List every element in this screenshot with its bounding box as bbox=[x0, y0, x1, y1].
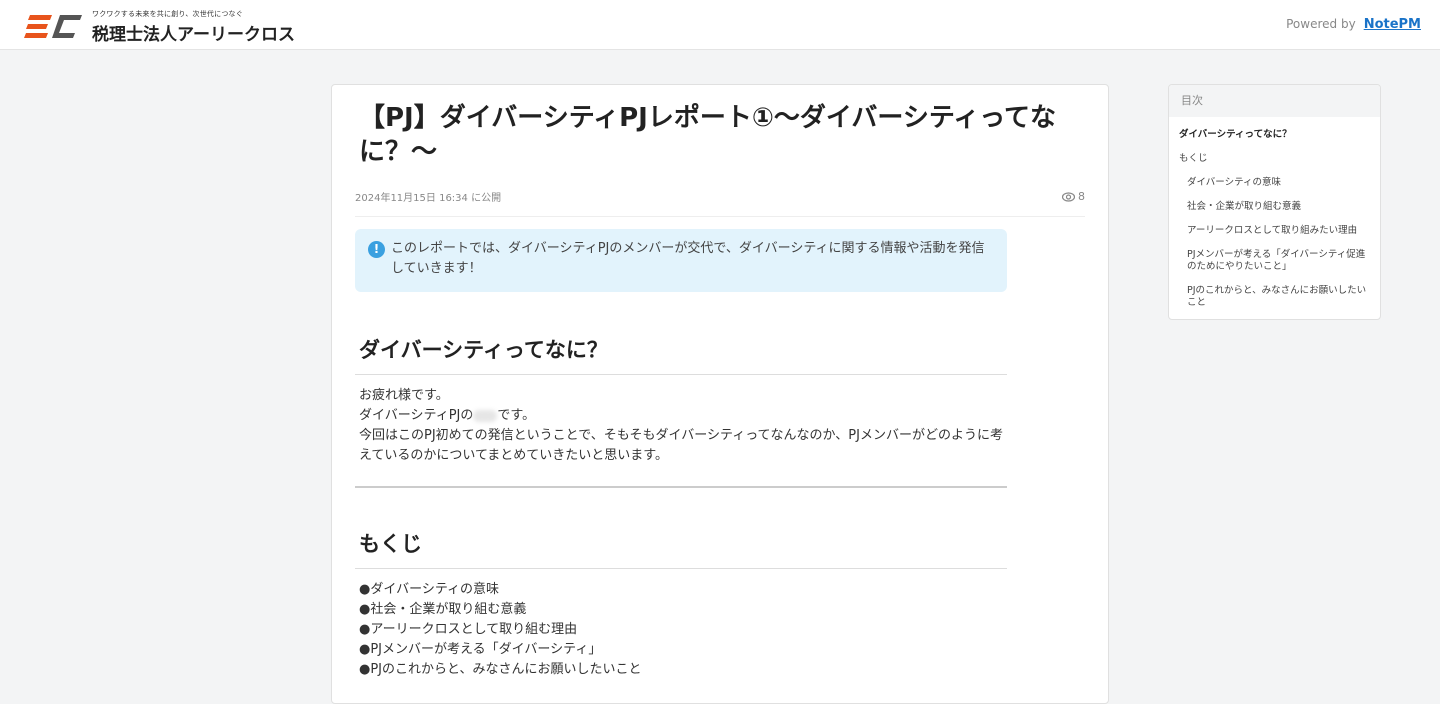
article-card: 【PJ】ダイバーシティPJレポート①～ダイバーシティってなに？～ 2024年11… bbox=[331, 84, 1109, 704]
ec-logo-icon bbox=[24, 15, 82, 38]
page-title: 【PJ】ダイバーシティPJレポート①～ダイバーシティってなに？～ bbox=[359, 103, 1056, 167]
list-item: ●ダイバーシティの意味 bbox=[359, 582, 500, 597]
tagline: ワクワクする未来を共に創り、次世代につなぐ bbox=[92, 10, 243, 18]
top-header: ワクワクする未来を共に創り、次世代につなぐ 税理士法人アーリークロス Power… bbox=[0, 0, 1440, 50]
author-line: ダイバーシティPJの です。 bbox=[359, 406, 1003, 426]
list-item: ●社会・企業が取り組む意義 bbox=[359, 602, 527, 617]
intro-text: 今回はこのPJ初めての発信ということで、そもそもダイバーシティってなんなのか、P… bbox=[359, 428, 1003, 463]
toc-item[interactable]: ダイバーシティの意味 bbox=[1169, 177, 1380, 189]
heading-what-is-diversity: ダイバーシティってなに？ bbox=[355, 334, 1007, 375]
list-item: ●PJメンバーが考える「ダイバーシティ」 bbox=[359, 642, 602, 657]
table-of-contents: 目次 ダイバーシティってなに？ もくじ ダイバーシティの意味 社会・企業が取り組… bbox=[1168, 84, 1381, 320]
company-name: 税理士法人アーリークロス bbox=[92, 25, 295, 45]
powered-by: Powered by NotePM bbox=[1286, 17, 1421, 32]
contents-list: ●ダイバーシティの意味 ●社会・企業が取り組む意義 ●アーリークロスとして取り組… bbox=[355, 580, 1085, 680]
toc-item[interactable]: もくじ bbox=[1169, 153, 1380, 165]
divider bbox=[355, 486, 1007, 488]
redacted-name bbox=[473, 409, 498, 422]
heading-contents: もくじ bbox=[355, 528, 1007, 569]
view-count: 8 bbox=[1062, 189, 1085, 204]
list-item: ●PJのこれからと、みなさんにお願いしたいこと bbox=[359, 662, 642, 677]
list-item: ●アーリークロスとして取り組む理由 bbox=[359, 622, 578, 637]
intro-paragraph: お疲れ様です。 ダイバーシティPJの です。 今回はこのPJ初めての発信ということ… bbox=[355, 386, 1007, 466]
powered-by-label: Powered by bbox=[1286, 17, 1356, 31]
toc-item[interactable]: PJのこれからと、みなさんにお願いしたいこと bbox=[1169, 285, 1380, 309]
info-text: このレポートでは、ダイバーシティPJのメンバーが交代で、ダイバーシティに関する情… bbox=[391, 241, 985, 276]
toc-item[interactable]: PJメンバーが考える「ダイバーシティ促進のためにやりたいこと」 bbox=[1169, 249, 1380, 273]
view-count-value: 8 bbox=[1078, 190, 1085, 203]
greeting-text: お疲れ様です。 bbox=[359, 388, 449, 403]
toc-item[interactable]: アーリークロスとして取り組みたい理由 bbox=[1169, 225, 1380, 237]
author-line-suffix: です。 bbox=[497, 408, 536, 423]
author-line-prefix: ダイバーシティPJの bbox=[359, 408, 474, 423]
article-meta: 2024年11月15日 16:34 に公開 8 bbox=[355, 189, 1085, 217]
notepm-link[interactable]: NotePM bbox=[1364, 17, 1421, 32]
published-date: 2024年11月15日 16:34 に公開 bbox=[355, 193, 502, 204]
info-callout: ! このレポートでは、ダイバーシティPJのメンバーが交代で、ダイバーシティに関す… bbox=[355, 229, 1007, 292]
exclamation-icon: ! bbox=[368, 241, 385, 258]
eye-icon bbox=[1062, 191, 1075, 202]
toc-title: 目次 bbox=[1169, 85, 1380, 117]
toc-item[interactable]: 社会・企業が取り組む意義 bbox=[1169, 201, 1380, 213]
company-logo[interactable]: ワクワクする未来を共に創り、次世代につなぐ 税理士法人アーリークロス bbox=[24, 9, 295, 45]
toc-item[interactable]: ダイバーシティってなに？ bbox=[1169, 129, 1380, 141]
